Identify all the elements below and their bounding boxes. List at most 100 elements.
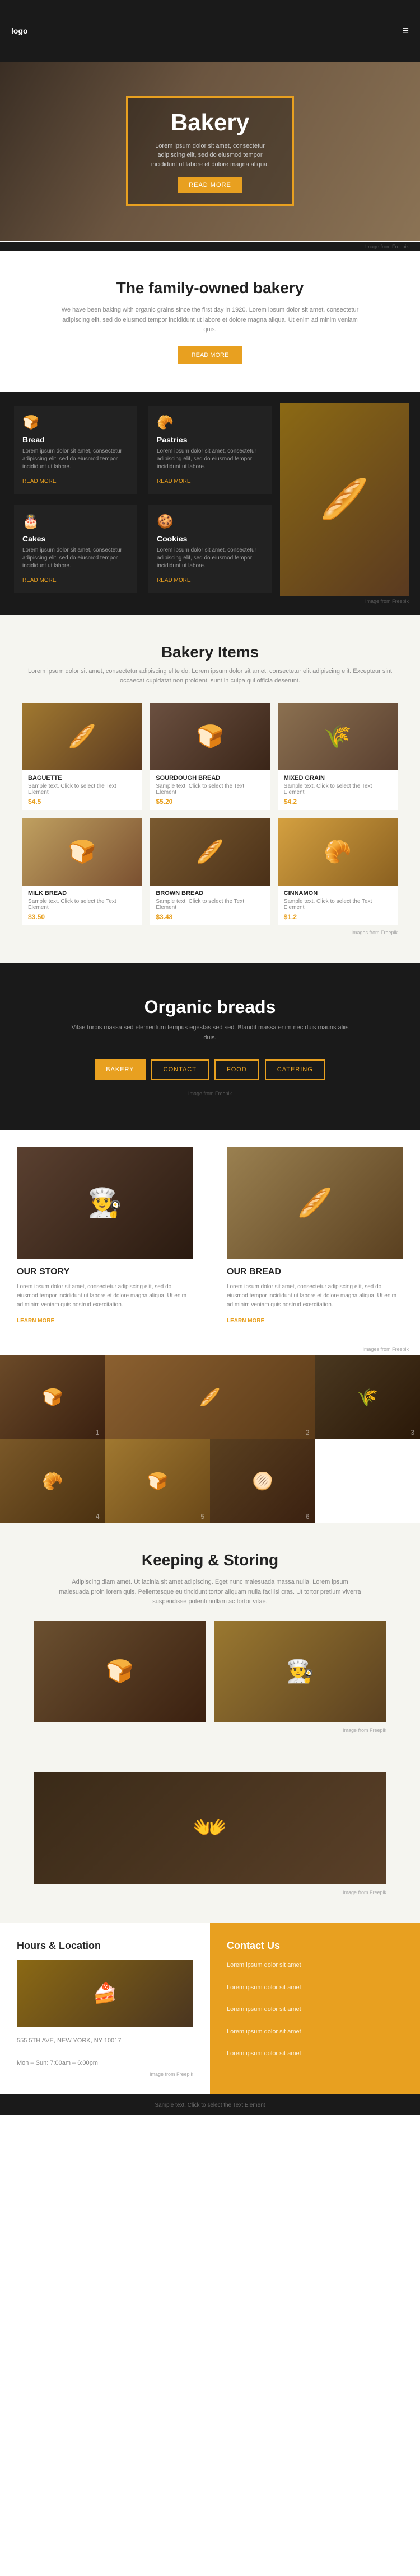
item-card-sourdough: 🍞 SOURDOUGH BREAD Sample text. Click to …	[150, 703, 269, 810]
footer-bottom-text: Sample text. Click to select the Text El…	[155, 2102, 265, 2108]
our-story-image: 👨‍🍳	[17, 1147, 193, 1259]
gallery-item-6: 🫓6	[210, 1439, 315, 1523]
hero-content-box: Bakery Lorem ipsum dolor sit amet, conse…	[126, 96, 294, 206]
footer-contact-line-3: Lorem ipsum dolor sit amet	[227, 2004, 403, 2015]
product-link-cookies[interactable]: READ MORE	[157, 577, 191, 583]
product-name-cookies: Cookies	[157, 534, 263, 543]
keeping-img-1: 🍞	[34, 1621, 206, 1722]
gallery-item-1: 🍞1	[0, 1355, 105, 1439]
footer-columns: Hours & Location 🍰 555 5TH AVE, NEW YORK…	[0, 1923, 420, 2094]
footer-bottom: Sample text. Click to select the Text El…	[0, 2094, 420, 2115]
item-sample-sourdough: Sample text. Click to select the Text El…	[156, 783, 264, 795]
header: logo ≡	[0, 0, 420, 62]
hamburger-menu-icon[interactable]: ≡	[402, 25, 409, 37]
item-sample-cinnamon: Sample text. Click to select the Text El…	[284, 898, 392, 911]
products-wrapper: 🍞 Bread Lorem ipsum dolor sit amet, cons…	[0, 392, 420, 615]
footer-contact-line-1: Lorem ipsum dolor sit amet	[227, 1960, 403, 1971]
footer-contact-line-5: Lorem ipsum dolor sit amet	[227, 2048, 403, 2060]
family-read-more-button[interactable]: READ MORE	[178, 346, 243, 364]
cake-icon: 🎂	[22, 514, 129, 530]
product-card-pastries: 🥐 Pastries Lorem ipsum dolor sit amet, c…	[148, 406, 272, 494]
bakery-items-title: Bakery Items	[22, 643, 398, 661]
organic-btn-contact[interactable]: CONTACT	[151, 1059, 209, 1080]
organic-btn-catering[interactable]: CATERING	[265, 1059, 325, 1080]
organic-buttons: BAKERY CONTACT FOOD CATERING	[22, 1059, 398, 1080]
our-bread-link[interactable]: LEARN MORE	[227, 1318, 264, 1324]
item-price-baguette: $4.5	[28, 798, 136, 806]
keeping-img-2: 👨‍🍳	[214, 1621, 387, 1722]
our-story-title: OUR STORY	[17, 1267, 193, 1277]
pastry-icon: 🥐	[157, 415, 263, 431]
hero-image-caption: Image from Freepik	[365, 244, 409, 249]
our-bread-title: OUR BREAD	[227, 1267, 403, 1277]
footer-hours-title: Hours & Location	[17, 1940, 193, 1952]
product-name-cakes: Cakes	[22, 534, 129, 543]
product-link-pastries[interactable]: READ MORE	[157, 478, 191, 484]
product-card-bread: 🍞 Bread Lorem ipsum dolor sit amet, cons…	[14, 406, 137, 494]
item-img-baguette: 🥖	[22, 703, 142, 770]
item-img-brown-bread: 🥖	[150, 818, 269, 886]
baking-image: 👐	[34, 1772, 386, 1884]
item-name-sourdough: SOURDOUGH BREAD	[156, 775, 264, 781]
product-name-pastries: Pastries	[157, 435, 263, 444]
organic-section: Organic breads Vitae turpis massa sed el…	[0, 963, 420, 1130]
hero-read-more-button[interactable]: READ MORE	[178, 177, 242, 193]
item-price-brown-bread: $3.48	[156, 913, 264, 921]
bakery-items-image-caption: Images from Freepik	[22, 930, 398, 935]
gallery-item-3: 🌾3	[315, 1355, 420, 1439]
item-name-milk-bread: MILK BREAD	[28, 890, 136, 897]
bakery-items-desc: Lorem ipsum dolor sit amet, consectetur …	[22, 667, 398, 686]
keeping-title: Keeping & Storing	[34, 1551, 386, 1569]
item-img-sourdough: 🍞	[150, 703, 269, 770]
item-card-brown-bread: 🥖 BROWN BREAD Sample text. Click to sele…	[150, 818, 269, 925]
organic-desc: Vitae turpis massa sed elementum tempus …	[70, 1023, 350, 1043]
our-story-link[interactable]: LEARN MORE	[17, 1318, 54, 1324]
item-img-milk-bread: 🍞	[22, 818, 142, 886]
item-price-mixed-grain: $4.2	[284, 798, 392, 806]
gallery-item-4: 🥐4	[0, 1439, 105, 1523]
footer-contact-col: Contact Us Lorem ipsum dolor sit amet Lo…	[210, 1923, 420, 2094]
product-link-cakes[interactable]: READ MORE	[22, 577, 57, 583]
item-img-mixed-grain: 🌾	[278, 703, 398, 770]
keeping-text: Adipiscing diam amet. Ut lacinia sit ame…	[56, 1577, 364, 1607]
our-story-text: Lorem ipsum dolor sit amet, consectetur …	[17, 1283, 193, 1310]
item-card-cinnamon: 🥐 CINNAMON Sample text. Click to select …	[278, 818, 398, 925]
organic-btn-food[interactable]: FOOD	[214, 1059, 259, 1080]
product-link-bread[interactable]: READ MORE	[22, 478, 57, 484]
keeping-image-caption: Image from Freepik	[34, 1727, 386, 1733]
products-large-image: 🥖	[280, 403, 409, 596]
item-sample-mixed-grain: Sample text. Click to select the Text El…	[284, 783, 392, 795]
footer-hours-image: 🍰	[17, 1960, 193, 2027]
footer-contact-line-4: Lorem ipsum dolor sit amet	[227, 2027, 403, 2038]
item-price-sourdough: $5.20	[156, 798, 264, 806]
item-name-baguette: BAGUETTE	[28, 775, 136, 781]
logo: logo	[11, 26, 28, 35]
item-card-mixed-grain: 🌾 MIXED GRAIN Sample text. Click to sele…	[278, 703, 398, 810]
our-bread-col: 🥖 OUR BREAD Lorem ipsum dolor sit amet, …	[210, 1130, 420, 1342]
product-desc-cakes: Lorem ipsum dolor sit amet, consectetur …	[22, 547, 129, 570]
organic-title: Organic breads	[22, 997, 398, 1018]
footer-contact-lines: Lorem ipsum dolor sit amet Lorem ipsum d…	[227, 1960, 403, 2060]
story-image-caption: Images from Freepik	[362, 1346, 409, 1352]
item-card-baguette: 🥖 BAGUETTE Sample text. Click to select …	[22, 703, 142, 810]
item-sample-baguette: Sample text. Click to select the Text El…	[28, 783, 136, 795]
gallery-item-5: 🍞5	[105, 1439, 211, 1523]
keeping-images: 🍞 👨‍🍳	[34, 1621, 386, 1722]
story-section: 👨‍🍳 OUR STORY Lorem ipsum dolor sit amet…	[0, 1130, 420, 1342]
footer-address-line1: 555 5TH AVE, NEW YORK, NY 10017	[17, 2037, 121, 2044]
organic-btn-bakery[interactable]: BAKERY	[95, 1059, 145, 1080]
item-sample-brown-bread: Sample text. Click to select the Text El…	[156, 898, 264, 911]
baking-image-caption: Image from Freepik	[34, 1890, 386, 1895]
hero-title: Bakery	[144, 109, 276, 136]
gallery-section: 🍞1 🥖2 🌾3 🥐4 🍞5 🫓6	[0, 1355, 420, 1523]
footer-contact-title: Contact Us	[227, 1940, 403, 1952]
product-card-cakes: 🎂 Cakes Lorem ipsum dolor sit amet, cons…	[14, 505, 137, 593]
items-grid: 🥖 BAGUETTE Sample text. Click to select …	[22, 703, 398, 925]
footer-hours-image-caption: Image from Freepik	[17, 2071, 193, 2077]
item-name-cinnamon: CINNAMON	[284, 890, 392, 897]
item-price-cinnamon: $1.2	[284, 913, 392, 921]
item-sample-milk-bread: Sample text. Click to select the Text El…	[28, 898, 136, 911]
product-desc-pastries: Lorem ipsum dolor sit amet, consectetur …	[157, 448, 263, 471]
gallery-item-2: 🥖2	[105, 1355, 315, 1439]
footer-hours-col: Hours & Location 🍰 555 5TH AVE, NEW YORK…	[0, 1923, 210, 2094]
